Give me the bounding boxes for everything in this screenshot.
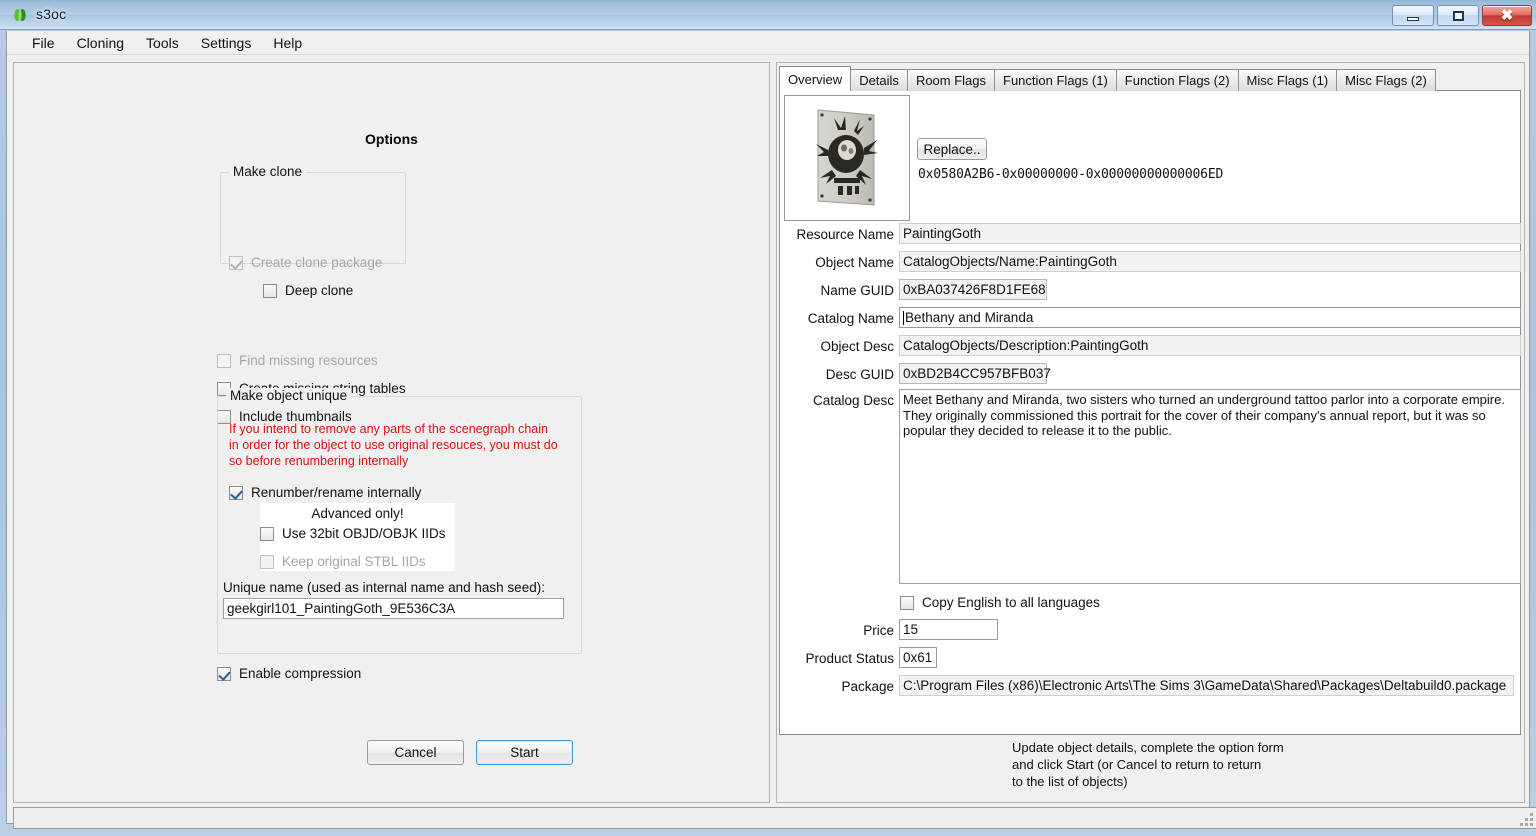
- checkbox-deep-clone[interactable]: Deep clone: [263, 283, 353, 298]
- tab-overview[interactable]: Overview: [779, 66, 851, 91]
- page-title: Options: [14, 131, 769, 147]
- label-object-desc: Object Desc: [788, 339, 894, 354]
- options-pane: Options Make clone Create clone package …: [13, 62, 770, 803]
- advanced-only-title: Advanced only!: [260, 503, 455, 521]
- tab-misc-flags-2[interactable]: Misc Flags (2): [1336, 69, 1436, 91]
- menu-settings[interactable]: Settings: [190, 32, 263, 54]
- title-bar: s3oc ✖: [0, 0, 1536, 30]
- scenegraph-warning: If you intend to remove any parts of the…: [229, 421, 559, 469]
- input-name-guid[interactable]: 0xBA037426F8D1FE68: [899, 279, 1047, 300]
- checkbox-label: Find missing resources: [239, 353, 378, 368]
- checkbox-label: Renumber/rename internally: [251, 485, 421, 500]
- tab-function-flags-1[interactable]: Function Flags (1): [994, 69, 1117, 91]
- label-catalog-name: Catalog Name: [788, 311, 894, 326]
- app-icon: [12, 7, 28, 23]
- resize-grip[interactable]: [1519, 812, 1533, 826]
- tab-misc-flags-1[interactable]: Misc Flags (1): [1238, 69, 1338, 91]
- label-name-guid: Name GUID: [788, 283, 894, 298]
- make-clone-legend: Make clone: [229, 164, 306, 179]
- checkbox-icon: [217, 354, 231, 368]
- checkbox-icon: [260, 527, 274, 541]
- checkbox-icon: [229, 486, 243, 500]
- checkbox-label: Keep original STBL IIDs: [282, 554, 426, 569]
- label-catalog-desc: Catalog Desc: [788, 393, 894, 408]
- status-bar: [13, 807, 1536, 829]
- input-catalog-name-value: Bethany and Miranda: [905, 311, 1033, 325]
- app-window: s3oc ✖ File Cloning Tools Settings Help …: [0, 0, 1536, 836]
- unique-name-label: Unique name (used as internal name and h…: [223, 580, 545, 595]
- checkbox-label: Use 32bit OBJD/OBJK IIDs: [282, 526, 446, 541]
- label-price: Price: [788, 623, 894, 638]
- tab-details[interactable]: Details: [850, 69, 908, 91]
- input-price[interactable]: 15: [899, 619, 998, 640]
- replace-button[interactable]: Replace..: [917, 138, 987, 160]
- painting-thumbnail: [814, 106, 880, 210]
- checkbox-find-missing-resources: Find missing resources: [217, 353, 378, 368]
- label-resource-name: Resource Name: [788, 227, 894, 242]
- window-controls: ✖: [1392, 5, 1532, 27]
- cancel-button[interactable]: Cancel: [367, 740, 464, 765]
- tab-function-flags-2[interactable]: Function Flags (2): [1116, 69, 1239, 91]
- label-object-name: Object Name: [788, 255, 894, 270]
- close-button[interactable]: ✖: [1482, 5, 1532, 26]
- input-catalog-desc[interactable]: Meet Bethany and Miranda, two sisters wh…: [899, 389, 1521, 584]
- text-caret: [903, 311, 904, 325]
- checkbox-icon: [263, 284, 277, 298]
- make-clone-group: Make clone: [220, 172, 406, 264]
- checkbox-enable-compression[interactable]: Enable compression: [217, 666, 361, 681]
- checkbox-create-clone-package: Create clone package: [229, 255, 382, 270]
- checkbox-label: Create clone package: [251, 255, 382, 270]
- footer-instructions: Update object details, complete the opti…: [1012, 739, 1352, 790]
- minimize-button[interactable]: [1392, 5, 1434, 26]
- checkbox-icon: [217, 667, 231, 681]
- details-pane: Overview Details Room Flags Function Fla…: [776, 62, 1525, 803]
- maximize-icon: [1453, 11, 1464, 21]
- client-area: File Cloning Tools Settings Help Options…: [6, 31, 1530, 824]
- input-resource-name[interactable]: PaintingGoth: [899, 223, 1521, 244]
- overview-panel: Replace.. 0x0580A2B6-0x00000000-0x000000…: [779, 90, 1521, 735]
- menu-cloning[interactable]: Cloning: [66, 32, 135, 54]
- checkbox-renumber-rename-internally[interactable]: Renumber/rename internally: [229, 485, 421, 500]
- make-object-unique-legend: Make object unique: [226, 388, 351, 403]
- menu-file[interactable]: File: [21, 32, 66, 54]
- menu-help[interactable]: Help: [262, 32, 313, 54]
- label-package: Package: [788, 679, 894, 694]
- checkbox-icon: [900, 596, 914, 610]
- checkbox-use-32bit-iids[interactable]: Use 32bit OBJD/OBJK IIDs: [260, 526, 446, 541]
- close-icon: ✖: [1501, 8, 1514, 23]
- maximize-button[interactable]: [1437, 5, 1479, 26]
- input-product-status[interactable]: 0x61: [899, 647, 937, 668]
- input-object-name[interactable]: CatalogObjects/Name:PaintingGoth: [899, 251, 1521, 272]
- input-object-desc[interactable]: CatalogObjects/Description:PaintingGoth: [899, 335, 1521, 356]
- start-button[interactable]: Start: [476, 740, 573, 765]
- tab-strip: Overview Details Room Flags Function Fla…: [779, 67, 1435, 91]
- checkbox-keep-original-stbl-iids: Keep original STBL IIDs: [260, 554, 426, 569]
- checkbox-copy-english-to-all-languages[interactable]: Copy English to all languages: [900, 595, 1100, 610]
- checkbox-icon: [260, 555, 274, 569]
- checkbox-label: Enable compression: [239, 666, 361, 681]
- menu-tools[interactable]: Tools: [135, 32, 190, 54]
- checkbox-label: Deep clone: [285, 283, 353, 298]
- label-product-status: Product Status: [788, 651, 894, 666]
- tab-room-flags[interactable]: Room Flags: [907, 69, 995, 91]
- checkbox-label: Copy English to all languages: [922, 595, 1100, 610]
- window-title: s3oc: [36, 6, 66, 22]
- input-desc-guid[interactable]: 0xBD2B4CC957BFB037: [899, 363, 1047, 384]
- menu-bar: File Cloning Tools Settings Help: [7, 31, 1529, 55]
- label-desc-guid: Desc GUID: [788, 367, 894, 382]
- unique-name-input[interactable]: geekgirl101_PaintingGoth_9E536C3A: [223, 598, 564, 619]
- thumbnail-box: [784, 95, 910, 221]
- resource-key: 0x0580A2B6-0x00000000-0x00000000000006ED: [918, 167, 1223, 182]
- input-package[interactable]: C:\Program Files (x86)\Electronic Arts\T…: [899, 675, 1514, 696]
- input-catalog-name[interactable]: Bethany and Miranda: [899, 307, 1521, 328]
- checkbox-icon: [229, 256, 243, 270]
- minimize-icon: [1407, 17, 1419, 21]
